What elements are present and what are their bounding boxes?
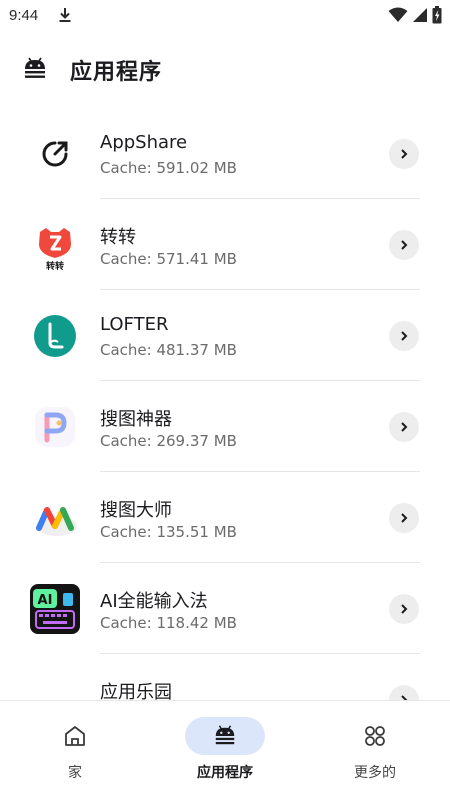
- appshare-icon: [42, 141, 68, 167]
- app-list-item[interactable]: AppShare Cache: 591.02 MB: [0, 108, 450, 199]
- chevron-right-icon[interactable]: [389, 594, 419, 624]
- zhuanzhuan-icon: 转转: [39, 228, 71, 270]
- status-bar: 9:44: [0, 0, 450, 32]
- signal-icon: [413, 8, 427, 22]
- app-name: LOFTER: [100, 314, 169, 335]
- ai-keyboard-icon: AI: [30, 584, 80, 634]
- status-icons: [388, 6, 442, 24]
- chevron-right-icon[interactable]: [389, 230, 419, 260]
- app-list: AppShare Cache: 591.02 MB 转转 转转 Cache: 5…: [0, 108, 450, 700]
- android-icon: [215, 725, 235, 745]
- svg-text:转转: 转转: [46, 260, 64, 270]
- app-name: 应用乐园: [100, 682, 172, 700]
- svg-text:AI: AI: [38, 593, 53, 608]
- chevron-right-icon[interactable]: [389, 412, 419, 442]
- app-name: AppShare: [100, 132, 188, 153]
- status-time: 9:44: [9, 7, 39, 24]
- android-icon: [25, 57, 45, 78]
- nav-label: 家: [68, 765, 82, 781]
- battery-icon: [432, 6, 442, 24]
- top-app-bar: 应用程序: [0, 32, 450, 108]
- app-list-item[interactable]: AI AI全能输入法 Cache: 118.42 MB: [0, 563, 450, 654]
- chevron-right-icon[interactable]: [389, 503, 419, 533]
- app-list-item[interactable]: 应用乐园: [0, 654, 450, 700]
- app-cache-size: Cache: 118.42 MB: [100, 614, 237, 632]
- nav-label: 更多的: [354, 765, 396, 781]
- chevron-right-icon[interactable]: [389, 139, 419, 169]
- home-icon: [65, 726, 85, 746]
- lofter-icon: [34, 315, 76, 357]
- bottom-navigation: 家 应用程序 更多的: [0, 700, 450, 800]
- nav-label: 应用程序: [197, 765, 253, 781]
- app-cache-size: Cache: 135.51 MB: [100, 523, 237, 541]
- grid-icon: [365, 726, 385, 746]
- app-name: 转转: [100, 227, 136, 248]
- soutu-dashi-icon: [36, 507, 77, 536]
- page-title: 应用程序: [70, 60, 163, 85]
- nav-item-apps[interactable]: 应用程序: [150, 701, 300, 800]
- nav-icon-container: [335, 717, 415, 755]
- app-name: 搜图大师: [100, 500, 172, 521]
- download-icon: [59, 8, 71, 22]
- wifi-icon: [388, 7, 408, 22]
- nav-icon-container: [35, 717, 115, 755]
- app-cache-size: Cache: 591.02 MB: [100, 159, 237, 177]
- chevron-right-icon[interactable]: [389, 685, 419, 700]
- app-paradise-icon: [30, 675, 80, 700]
- app-cache-size: Cache: 481.37 MB: [100, 341, 237, 359]
- app-cache-size: Cache: 269.37 MB: [100, 432, 237, 450]
- app-name: 搜图神器: [100, 409, 172, 430]
- app-list-item[interactable]: 转转 转转 Cache: 571.41 MB: [0, 199, 450, 290]
- app-list-item[interactable]: 搜图神器 Cache: 269.37 MB: [0, 381, 450, 472]
- chevron-right-icon[interactable]: [389, 321, 419, 351]
- nav-item-more[interactable]: 更多的: [300, 701, 450, 800]
- soutu-shenqi-icon: [35, 407, 75, 447]
- nav-icon-container: [185, 717, 265, 755]
- nav-item-home[interactable]: 家: [0, 701, 150, 800]
- app-name: AI全能输入法: [100, 591, 208, 612]
- app-list-item[interactable]: 搜图大师 Cache: 135.51 MB: [0, 472, 450, 563]
- app-list-item[interactable]: LOFTER Cache: 481.37 MB: [0, 290, 450, 381]
- app-cache-size: Cache: 571.41 MB: [100, 250, 237, 268]
